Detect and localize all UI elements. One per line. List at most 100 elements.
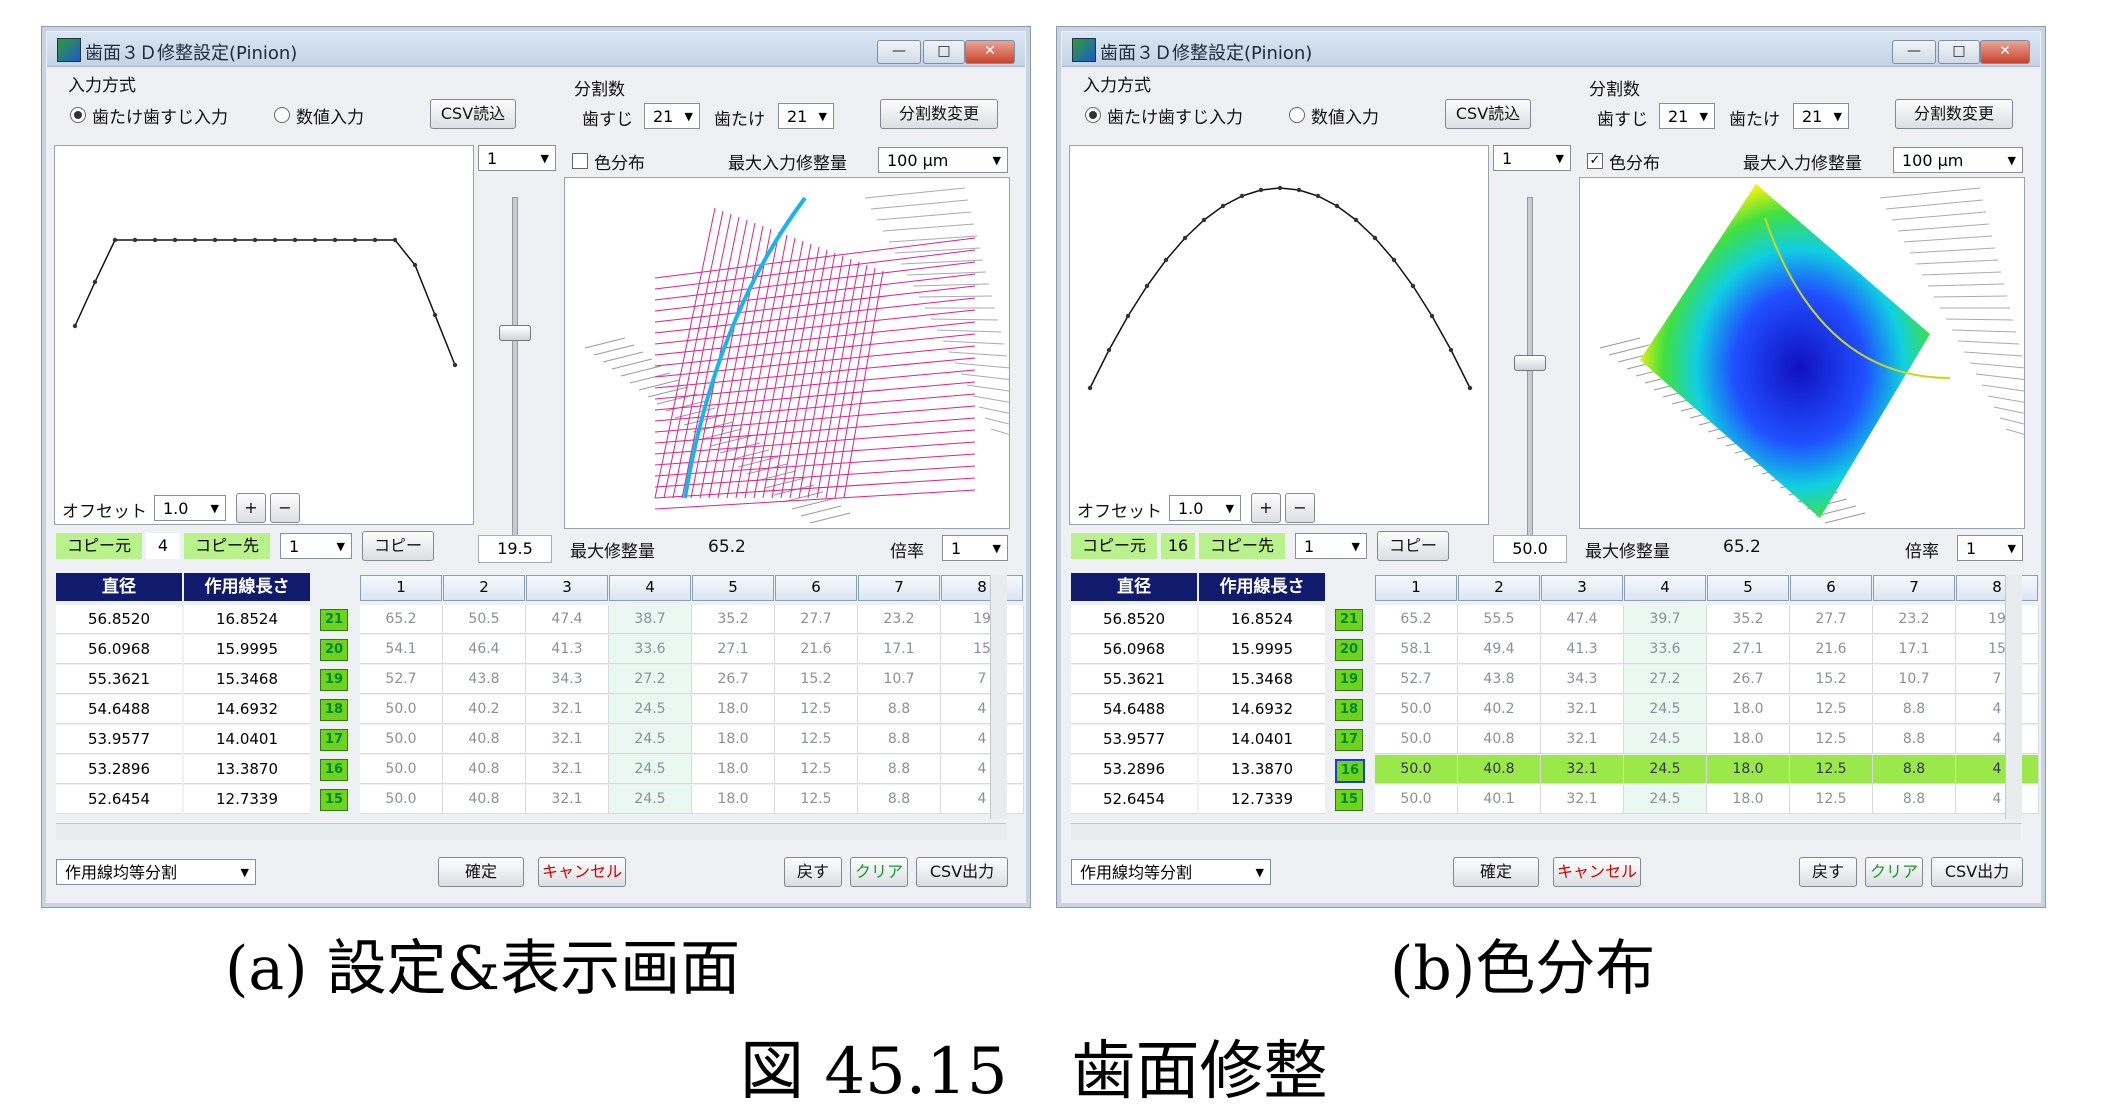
table-cell[interactable]: 21.6 [1790,635,1873,664]
table-cell[interactable]: 50.0 [1375,785,1458,814]
maximize-button[interactable]: □ [923,40,965,64]
close-button[interactable]: ✕ [965,40,1015,64]
table-cell[interactable]: 24.5 [1624,695,1707,724]
table-cell[interactable]: 40.8 [443,785,526,814]
copy-button[interactable]: コピー [1377,531,1449,561]
table-cell[interactable]: 4 [1956,695,2039,724]
table-cell[interactable]: 18.0 [1707,695,1790,724]
table-cell[interactable]: 40.8 [1458,725,1541,754]
surface-3d-panel[interactable] [564,177,1029,529]
table-cell[interactable]: 50.0 [360,785,443,814]
table-cell[interactable]: 4 [941,695,1024,724]
table-cell[interactable]: 12.5 [1790,695,1873,724]
table-cell[interactable]: 50.5 [443,605,526,634]
table-cell[interactable]: 7 [941,665,1024,694]
max-input-select[interactable]: 100 μm ▼ [1893,147,2023,173]
table-row-number[interactable]: 16 [1335,759,1365,783]
back-button[interactable]: 戻す [784,857,842,887]
table-cell[interactable]: 54.1 [360,635,443,664]
table-cell[interactable]: 12.5 [775,785,858,814]
table-cell[interactable]: 8.8 [858,695,941,724]
table-cell[interactable]: 27.1 [692,635,775,664]
table-cell[interactable]: 12.5 [775,695,858,724]
table-column-header[interactable]: 8 [1956,575,2038,601]
slider-track[interactable] [512,197,518,539]
offset-plus-button[interactable]: + [236,493,266,523]
table-cell[interactable]: 32.1 [526,785,609,814]
table-cell[interactable]: 46.4 [443,635,526,664]
table-cell[interactable]: 18.0 [692,755,775,784]
table-row-number[interactable]: 17 [1335,729,1363,751]
csv-read-button[interactable]: CSV読込 [1445,99,1531,129]
table-column-header[interactable]: 5 [1707,575,1789,601]
table-column-header[interactable]: 2 [1458,575,1540,601]
table-cell[interactable]: 33.6 [609,635,692,664]
scale-select[interactable]: 1 ▼ [1957,535,2023,561]
table-cell[interactable]: 27.2 [1624,665,1707,694]
cancel-button[interactable]: キャンセル [1553,857,1641,887]
table-cell[interactable]: 43.8 [1458,665,1541,694]
table-row-number[interactable]: 17 [320,729,348,751]
table-row-number[interactable]: 20 [320,639,348,661]
table-cell[interactable]: 15 [1956,635,2039,664]
table-column-header[interactable]: 2 [443,575,525,601]
table-cell[interactable]: 40.8 [443,755,526,784]
division-change-button[interactable]: 分割数変更 [880,99,998,129]
table-row-number[interactable]: 16 [320,759,348,781]
color-dist-checkbox[interactable] [572,153,588,169]
table-cell[interactable]: 65.2 [360,605,443,634]
minimize-button[interactable]: — [877,40,921,64]
clear-button[interactable]: クリア [1865,857,1923,887]
csv-read-button[interactable]: CSV読込 [430,99,516,129]
table-cell[interactable]: 40.8 [443,725,526,754]
table-cell[interactable]: 19 [1956,605,2039,634]
table-cell[interactable]: 8.8 [1873,785,1956,814]
table-cell[interactable]: 4 [941,755,1024,784]
csv-out-button[interactable]: CSV出力 [1931,857,2023,887]
table-row-number[interactable]: 19 [320,669,348,691]
table-cell[interactable]: 38.7 [609,605,692,634]
table-cell[interactable]: 50.0 [360,725,443,754]
table-cell[interactable]: 52.7 [1375,665,1458,694]
table-cell[interactable]: 8.8 [858,755,941,784]
table-vertical-scrollbar[interactable] [990,575,1007,819]
radio-profile-input[interactable] [70,107,86,123]
table-column-header[interactable]: 7 [1873,575,1955,601]
table-cell[interactable]: 8.8 [1873,725,1956,754]
table-cell[interactable]: 40.1 [1458,785,1541,814]
table-cell[interactable]: 24.5 [609,785,692,814]
table-cell[interactable]: 18.0 [692,785,775,814]
table-cell[interactable]: 8.8 [1873,695,1956,724]
table-cell[interactable]: 40.2 [443,695,526,724]
table-row-number[interactable]: 20 [1335,639,1363,661]
offset-minus-button[interactable]: − [270,493,300,523]
table-cell[interactable]: 58.1 [1375,635,1458,664]
table-column-header[interactable]: 6 [1790,575,1872,601]
table-cell[interactable]: 55.5 [1458,605,1541,634]
confirm-button[interactable]: 確定 [1453,857,1539,887]
table-cell[interactable]: 7 [1956,665,2039,694]
table-cell[interactable]: 65.2 [1375,605,1458,634]
table-column-header[interactable]: 4 [609,575,691,601]
table-cell[interactable]: 35.2 [1707,605,1790,634]
table-cell[interactable]: 40.2 [1458,695,1541,724]
table-cell[interactable]: 32.1 [1541,725,1624,754]
offset-select[interactable]: 1.0 ▼ [154,495,226,521]
table-row-number[interactable]: 21 [320,609,348,631]
table-cell[interactable]: 27.7 [1790,605,1873,634]
table-cell[interactable]: 19 [941,605,1024,634]
curve-select[interactable]: 1 ▼ [478,145,556,171]
csv-out-button[interactable]: CSV出力 [916,857,1008,887]
table-cell[interactable]: 32.1 [1541,695,1624,724]
table-column-header[interactable]: 1 [1375,575,1457,601]
table-cell[interactable]: 34.3 [1541,665,1624,694]
table-cell[interactable]: 24.5 [1624,755,1707,784]
table-cell[interactable]: 18.0 [1707,755,1790,784]
table-cell[interactable]: 47.4 [1541,605,1624,634]
table-cell[interactable]: 12.5 [775,755,858,784]
table-cell[interactable]: 24.5 [609,755,692,784]
table-cell[interactable]: 12.5 [1790,785,1873,814]
table-cell[interactable]: 17.1 [858,635,941,664]
table-row-number[interactable]: 15 [1335,789,1363,811]
copy-to-select[interactable]: 1 ▼ [1295,533,1367,559]
